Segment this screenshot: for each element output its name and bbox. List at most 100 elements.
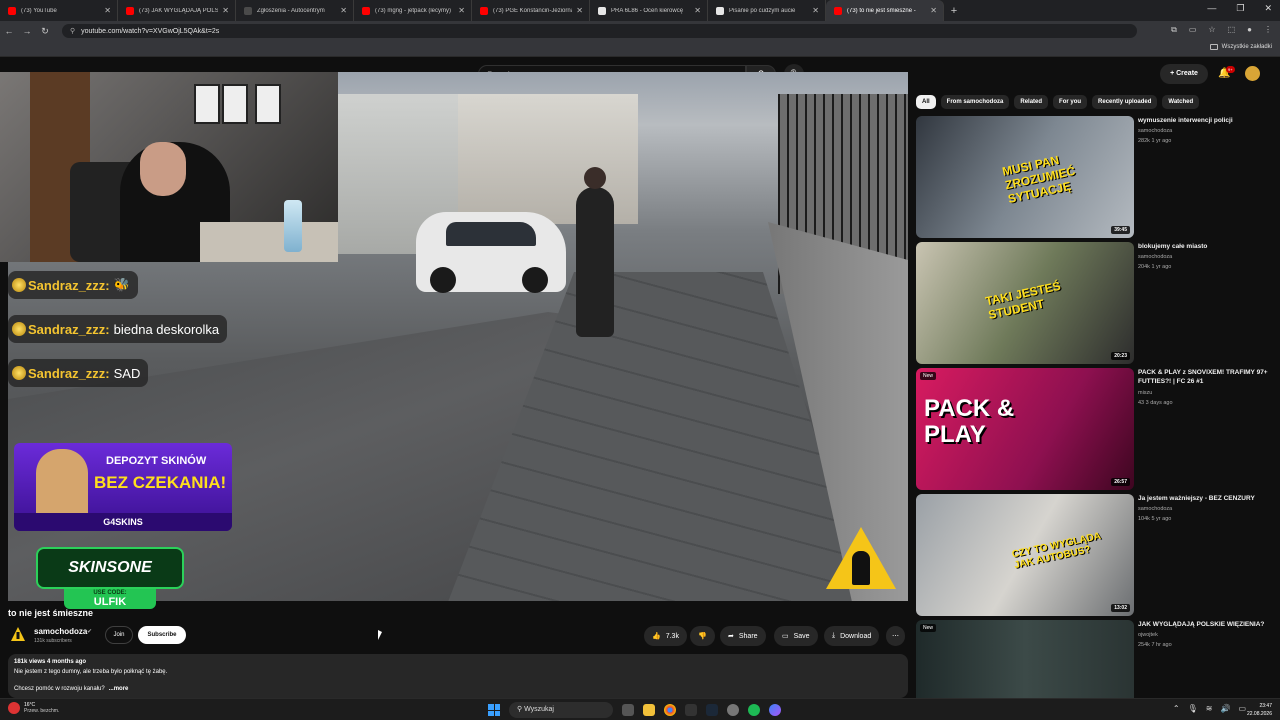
tab-close-icon[interactable]: ✕ (104, 6, 111, 15)
share-button[interactable]: ➦ Share (720, 626, 766, 646)
tab-close-icon[interactable]: ✕ (812, 6, 819, 15)
recommendation-item[interactable]: New PACK & PLAY 26:57 PACK & PLAY z SNOV… (916, 368, 1276, 490)
bookmark-star-icon[interactable]: ☆ (1208, 25, 1215, 35)
chip-watched[interactable]: Watched (1162, 95, 1200, 109)
recommendation-channel[interactable]: miszu (1138, 390, 1152, 396)
tab-close-icon[interactable]: ✕ (694, 6, 701, 15)
taskbar-search-input[interactable]: ⚲ Wyszukaj (509, 702, 613, 718)
views-date: 181k views 4 months ago (14, 659, 87, 665)
recommendation-title[interactable]: wymuszenie interwencji policji (1138, 116, 1274, 125)
task-view-icon[interactable] (622, 704, 634, 716)
tray-overflow-icon[interactable]: ⌃ (1173, 704, 1180, 713)
all-bookmarks-button[interactable]: Wszystkie zakładki (1209, 44, 1272, 50)
messenger-icon[interactable] (769, 704, 781, 716)
promo-character (36, 449, 88, 519)
spotify-icon[interactable] (748, 704, 760, 716)
browser-tab[interactable]: PRA 6L86 - Oceń kierowcę ✕ (590, 0, 708, 21)
site-info-icon[interactable]: ⚲ (70, 27, 75, 35)
tab-close-icon[interactable]: ✕ (576, 6, 583, 15)
video-thumbnail[interactable]: CZY TO WYGLĄDA JAK AUTOBUS? 13:02 (916, 494, 1134, 616)
tab-close-icon[interactable]: ✕ (930, 6, 937, 15)
weather-widget[interactable]: 16°C Przew. bezchm. (8, 702, 59, 714)
maximize-icon[interactable]: ❐ (1236, 3, 1244, 14)
join-button[interactable]: Join (105, 626, 133, 644)
new-tab-button[interactable]: + (944, 5, 964, 17)
subscribe-button[interactable]: Subscribe (138, 626, 186, 644)
browser-tab[interactable]: Zgłoszenia - Autocentrym ✕ (236, 0, 354, 21)
back-icon[interactable]: ← (0, 26, 18, 36)
save-button[interactable]: ▭ Save (774, 626, 818, 646)
thumbnail-caption: PACK & PLAY (924, 395, 1015, 448)
show-more-link[interactable]: ...more (109, 686, 129, 692)
create-button[interactable]: + Create (1160, 64, 1208, 84)
recommendation-title[interactable]: PACK & PLAY z SNOVIXEM! TRAFIMY 97+ FUTT… (1138, 368, 1274, 386)
chip-related[interactable]: Related (1014, 95, 1049, 109)
recommendation-channel[interactable]: ojwojtek (1138, 632, 1158, 638)
browser-tab[interactable]: (73) PGE Konstancin-Jeziorna ✕ (472, 0, 590, 21)
video-thumbnail[interactable]: New (916, 620, 1134, 698)
video-description[interactable]: 181k views 4 months ago Nie jestem z teg… (8, 654, 908, 698)
tab-close-icon[interactable]: ✕ (340, 6, 347, 15)
recommendation-channel[interactable]: samochodoza (1138, 506, 1172, 512)
browser-tab-active[interactable]: (73) to nie jest śmieszne - ✕ (826, 0, 944, 21)
warning-figure-icon (852, 551, 870, 585)
tab-close-icon[interactable]: ✕ (222, 6, 229, 15)
forward-icon[interactable]: → (18, 26, 36, 36)
battery-icon[interactable]: ▭ (1238, 704, 1246, 713)
url-bar[interactable]: ⚲ youtube.com/watch?v=XVGwOjL5QAk&t=2s (62, 24, 1137, 38)
recommendation-item[interactable]: New JAK WYGLĄDAJĄ POLSKIE WIĘZIENIA? ojw… (916, 620, 1276, 698)
recommendation-meta: 282k 1 yr ago (1138, 138, 1172, 144)
close-window-icon[interactable]: ✕ (1264, 3, 1272, 14)
download-button[interactable]: ⤓ Download (824, 626, 880, 646)
translate-icon[interactable]: ⧉ (1171, 25, 1177, 35)
recommendation-title[interactable]: blokujemy całe miasto (1138, 242, 1274, 251)
thumbnail-caption: TAKI JESTEŚ STUDENT (984, 278, 1062, 323)
video-thumbnail[interactable]: New PACK & PLAY 26:57 (916, 368, 1134, 490)
chip-from-channel[interactable]: From samochodoza (940, 95, 1010, 109)
recommendation-item[interactable]: MUSI PAN ZROZUMIEĆ SYTUACJĘ 39:45 wymusz… (916, 116, 1276, 238)
like-button[interactable]: 👍 7.3k (644, 626, 687, 646)
cast-icon[interactable]: ▭ (1189, 25, 1197, 35)
chip-recently-uploaded[interactable]: Recently uploaded (1092, 95, 1158, 109)
steam-icon[interactable] (706, 704, 718, 716)
tab-label: Zgłoszenia - Autocentrym (257, 7, 325, 14)
windows-start-icon[interactable] (488, 704, 500, 716)
browser-tab[interactable]: Pisanie po cudzym aucie ✕ (708, 0, 826, 21)
recommendation-item[interactable]: TAKI JESTEŚ STUDENT 20:23 blokujemy całe… (916, 242, 1276, 364)
tab-close-icon[interactable]: ✕ (458, 6, 465, 15)
browser-tab[interactable]: (73) JAK WYGLĄDAJĄ POLSKIE✕ (118, 0, 236, 21)
menu-dots-icon[interactable]: ⋮ (1264, 25, 1272, 35)
browser-tab[interactable]: (73) mgng - jetpack (lecymy) ✕ (354, 0, 472, 21)
channel-avatar[interactable] (10, 626, 26, 642)
profile-icon[interactable]: ● (1247, 25, 1252, 35)
account-avatar[interactable] (1245, 66, 1260, 81)
car-wheel (430, 267, 456, 293)
system-clock[interactable]: 23:47 22.08.2026 (1247, 702, 1272, 718)
thumbs-down-icon: 👎 (698, 633, 707, 640)
duration-badge: 20:23 (1111, 352, 1130, 360)
browser-tab[interactable]: (73) YouTube ✕ (0, 0, 118, 21)
volume-icon[interactable]: 🔊 (1220, 704, 1230, 713)
wifi-icon[interactable]: ≋ (1206, 704, 1213, 713)
dislike-button[interactable]: 👎 (690, 626, 715, 646)
video-thumbnail[interactable]: TAKI JESTEŚ STUDENT 20:23 (916, 242, 1134, 364)
reload-icon[interactable]: ↻ (36, 26, 54, 37)
video-thumbnail[interactable]: MUSI PAN ZROZUMIEĆ SYTUACJĘ 39:45 (916, 116, 1134, 238)
channel-name[interactable]: samochodoza (34, 627, 87, 636)
more-actions-button[interactable]: ⋯ (886, 626, 905, 646)
mic-tray-icon[interactable]: 🎙 (1188, 704, 1198, 713)
chip-all[interactable]: All (916, 95, 936, 109)
file-explorer-icon[interactable] (643, 704, 655, 716)
settings-icon[interactable] (727, 704, 739, 716)
app-icon[interactable] (685, 704, 697, 716)
chip-for-you[interactable]: For you (1053, 95, 1088, 109)
extensions-icon[interactable]: ⬚ (1228, 25, 1236, 35)
minimize-icon[interactable]: — (1207, 3, 1216, 14)
recommendation-item[interactable]: CZY TO WYGLĄDA JAK AUTOBUS? 13:02 Ja jes… (916, 494, 1276, 616)
chrome-icon[interactable] (664, 704, 676, 716)
recommendation-channel[interactable]: samochodoza (1138, 254, 1172, 260)
chat-message: Sandraz_zzz: 🐝 (8, 271, 138, 299)
recommendation-channel[interactable]: samochodoza (1138, 128, 1172, 134)
recommendation-title[interactable]: Ja jestem ważniejszy - BEZ CENZURY (1138, 494, 1274, 503)
recommendation-title[interactable]: JAK WYGLĄDAJĄ POLSKIE WIĘZIENIA? (1138, 620, 1274, 629)
